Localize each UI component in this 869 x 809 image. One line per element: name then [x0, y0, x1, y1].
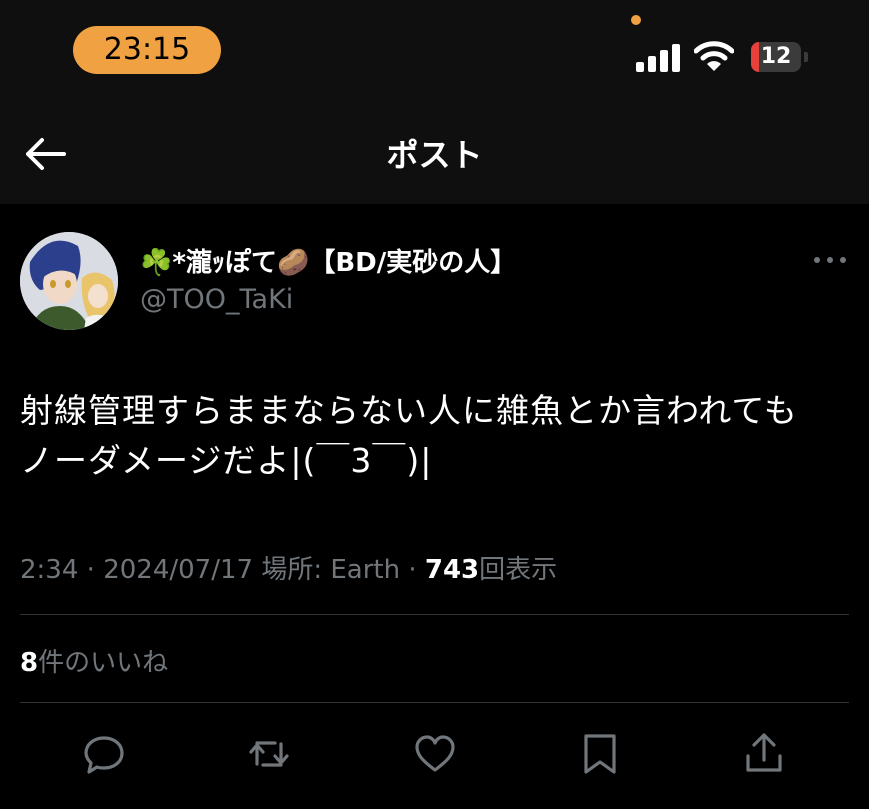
views-label: 回表示 [479, 555, 558, 585]
page-title: ポスト [386, 136, 483, 174]
like-button[interactable] [413, 732, 457, 776]
battery-icon: 12 [751, 42, 801, 72]
avatar[interactable] [20, 232, 118, 330]
author-name-text: *瀧ｯぽて [172, 248, 277, 278]
privacy-indicator-dot [631, 15, 641, 25]
author-name-suffix: 【BD/実砂の人】 [309, 248, 517, 278]
potato-icon: 🥔 [276, 248, 310, 278]
divider [20, 614, 849, 615]
more-options-icon[interactable] [812, 252, 848, 268]
tweet-line: 射線管理すらままならない人に雑魚とか言われても [20, 391, 798, 430]
battery-level: 12 [760, 44, 792, 69]
avatar-image [20, 232, 118, 330]
tweet-time[interactable]: 2:34 [20, 555, 78, 585]
divider [20, 702, 849, 703]
like-icon [415, 735, 455, 772]
signal-icon [636, 44, 682, 72]
reply-button[interactable] [82, 732, 126, 776]
separator-dot: · [86, 555, 95, 585]
bookmark-button[interactable] [578, 732, 622, 776]
author-display-name[interactable]: ☘️*瀧ｯぽて🥔【BD/実砂の人】 [140, 242, 516, 279]
views-count: 743 [424, 555, 480, 585]
wifi-icon [694, 41, 734, 71]
tweet-line: ノーダメージだよ|(￣3￣)| [20, 441, 433, 480]
likes-label: 件のいいね [38, 648, 169, 678]
likes-summary[interactable]: 8件のいいね [20, 642, 168, 679]
share-button[interactable] [742, 732, 786, 776]
status-time: 23:15 [73, 26, 221, 74]
repost-icon [249, 741, 289, 767]
bookmark-icon [584, 734, 616, 774]
repost-button[interactable] [247, 732, 291, 776]
battery-tip [804, 52, 808, 62]
clover-icon: ☘️ [140, 248, 173, 278]
author-handle[interactable]: @TOO_TaKi [140, 284, 293, 315]
tweet-date[interactable]: 2024/07/17 [103, 555, 253, 585]
tweet-location: 場所: Earth [261, 555, 401, 585]
tweet-text: 射線管理すらままならない人に雑魚とか言われても ノーダメージだよ|(￣3￣)| [20, 386, 860, 486]
reply-icon [84, 736, 124, 774]
share-icon [746, 733, 782, 772]
tweet-meta: 2:34 · 2024/07/17 場所: Earth · 743回表示 [20, 549, 557, 586]
separator-dot: · [408, 555, 417, 585]
likes-count: 8 [20, 648, 39, 678]
